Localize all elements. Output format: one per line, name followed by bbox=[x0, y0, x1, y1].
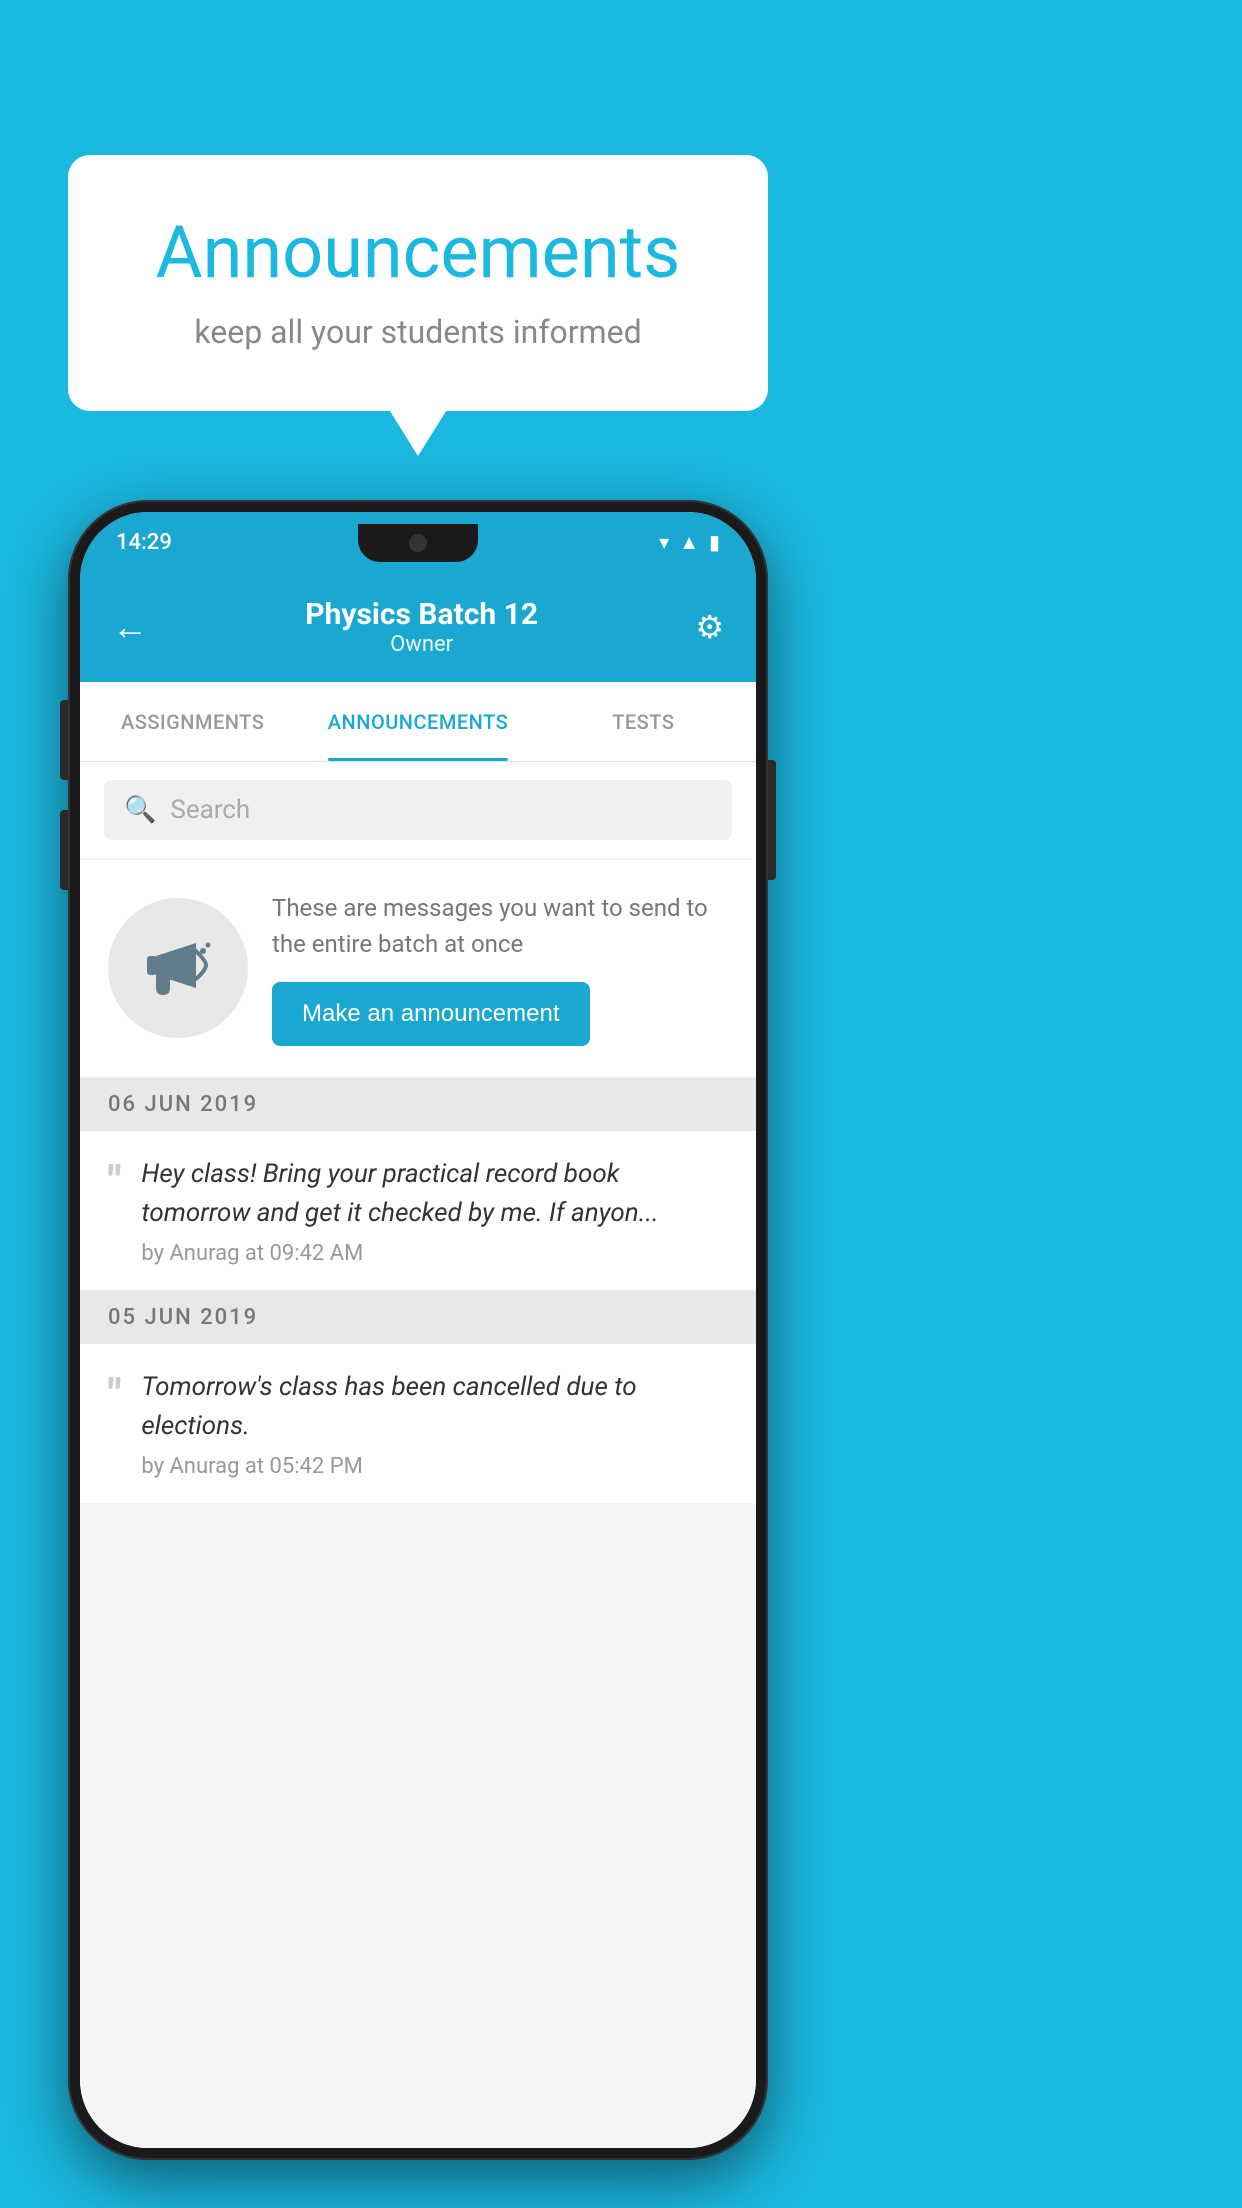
search-bar[interactable]: 🔍 Search bbox=[104, 780, 732, 840]
message-item-2[interactable]: " Tomorrow's class has been cancelled du… bbox=[80, 1344, 756, 1503]
make-announcement-button[interactable]: Make an announcement bbox=[272, 982, 590, 1046]
date-separator-2: 05 JUN 2019 bbox=[80, 1291, 756, 1344]
search-container: 🔍 Search bbox=[80, 762, 756, 858]
search-placeholder: Search bbox=[170, 795, 250, 825]
message-text-2: Tomorrow's class has been cancelled due … bbox=[141, 1368, 728, 1446]
announcement-icon-circle bbox=[108, 898, 248, 1038]
phone-camera bbox=[409, 534, 427, 552]
app-header: ← Physics Batch 12 Owner ⚙ bbox=[80, 572, 756, 682]
wifi-icon: ▾ bbox=[659, 530, 669, 554]
megaphone-svg bbox=[141, 933, 216, 1003]
phone-wrapper: 14:29 ▾ ▲ ▮ ← Physics Batch 12 Owner ⚙ A… bbox=[68, 500, 768, 2160]
phone-button-left2 bbox=[60, 810, 68, 890]
phone-screen: 14:29 ▾ ▲ ▮ ← Physics Batch 12 Owner ⚙ A… bbox=[80, 512, 756, 2148]
batch-subtitle: Owner bbox=[305, 632, 538, 657]
announcement-empty-card: These are messages you want to send to t… bbox=[80, 860, 756, 1076]
settings-icon[interactable]: ⚙ bbox=[695, 608, 724, 646]
bubble-subtitle: keep all your students informed bbox=[128, 313, 708, 351]
announcement-right: These are messages you want to send to t… bbox=[272, 890, 728, 1046]
content-area: 🔍 Search bbox=[80, 762, 756, 2148]
phone-button-left1 bbox=[60, 700, 68, 780]
search-icon: 🔍 bbox=[124, 795, 156, 825]
tab-tests[interactable]: TESTS bbox=[531, 682, 756, 761]
message-item-1[interactable]: " Hey class! Bring your practical record… bbox=[80, 1131, 756, 1291]
speech-bubble-container: Announcements keep all your students inf… bbox=[68, 155, 768, 411]
message-content-1: Hey class! Bring your practical record b… bbox=[141, 1155, 728, 1266]
tab-assignments[interactable]: ASSIGNMENTS bbox=[80, 682, 305, 761]
phone-button-right bbox=[768, 760, 776, 880]
signal-icon: ▲ bbox=[679, 530, 699, 555]
message-author-2: by Anurag at 05:42 PM bbox=[141, 1454, 728, 1479]
back-button[interactable]: ← bbox=[112, 606, 148, 648]
speech-bubble: Announcements keep all your students inf… bbox=[68, 155, 768, 411]
phone-notch bbox=[358, 524, 478, 562]
quote-icon-1: " bbox=[108, 1161, 121, 1203]
date-separator-1: 06 JUN 2019 bbox=[80, 1078, 756, 1131]
bubble-title: Announcements bbox=[128, 210, 708, 295]
batch-title: Physics Batch 12 bbox=[305, 597, 538, 632]
message-text-1: Hey class! Bring your practical record b… bbox=[141, 1155, 728, 1233]
tabs-bar: ASSIGNMENTS ANNOUNCEMENTS TESTS bbox=[80, 682, 756, 762]
announcement-description: These are messages you want to send to t… bbox=[272, 890, 728, 962]
battery-icon: ▮ bbox=[709, 530, 720, 554]
header-center: Physics Batch 12 Owner bbox=[305, 597, 538, 657]
status-icons: ▾ ▲ ▮ bbox=[659, 530, 720, 555]
tab-announcements[interactable]: ANNOUNCEMENTS bbox=[305, 682, 530, 761]
message-author-1: by Anurag at 09:42 AM bbox=[141, 1241, 728, 1266]
quote-icon-2: " bbox=[108, 1374, 121, 1416]
phone-outer: 14:29 ▾ ▲ ▮ ← Physics Batch 12 Owner ⚙ A… bbox=[68, 500, 768, 2160]
message-content-2: Tomorrow's class has been cancelled due … bbox=[141, 1368, 728, 1479]
status-time: 14:29 bbox=[116, 530, 172, 555]
